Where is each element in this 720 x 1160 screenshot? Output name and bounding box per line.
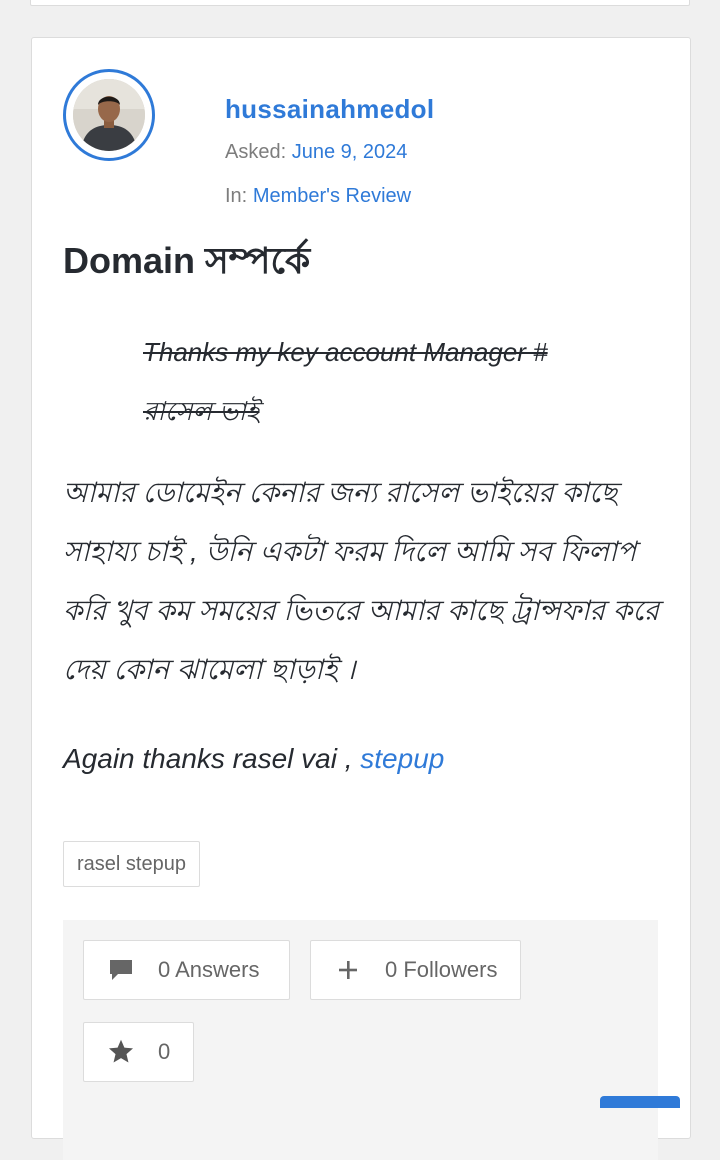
follow-button[interactable]: 0 Followers <box>310 940 521 1000</box>
question-title: Domain সম্পর্কে <box>63 240 311 281</box>
avatar-photo <box>73 79 145 151</box>
followers-label: 0 Followers <box>385 957 498 982</box>
author-avatar-link[interactable] <box>63 69 155 161</box>
category-link[interactable]: Member's Review <box>253 185 411 207</box>
strikethrough-text: Thanks my key account Manager # রাসেল ভা… <box>143 337 548 426</box>
thanks-line: Again thanks rasel vai , stepup <box>63 743 444 775</box>
question-body: আমার ডোমেইন কেনার জন্য রাসেল ভাইয়ের কাছ… <box>63 477 659 685</box>
previous-question-card <box>30 0 690 6</box>
question-card: hussainahmedol Asked: June 9, 2024 In: M… <box>31 37 691 1160</box>
question-actions: 0 Answers 0 Followers 0 <box>63 920 658 1160</box>
answer-button-edge[interactable] <box>600 1096 680 1108</box>
author-name-link[interactable]: hussainahmedol <box>225 94 434 125</box>
plus-icon <box>329 959 367 981</box>
star-icon <box>102 1038 140 1066</box>
asked-date-link[interactable]: June 9, 2024 <box>292 141 408 163</box>
answers-label: 0 Answers <box>158 957 260 982</box>
asked-label: Asked: <box>225 141 287 163</box>
category-label: In: <box>225 185 248 207</box>
asked-meta: Asked: June 9, 2024 <box>225 141 407 164</box>
thanks-text: Again thanks rasel vai , <box>63 743 353 774</box>
stepup-link[interactable]: stepup <box>360 743 444 774</box>
favorite-button[interactable]: 0 <box>83 1022 194 1082</box>
answers-button[interactable]: 0 Answers <box>83 940 290 1000</box>
comment-icon <box>102 958 140 982</box>
avatar <box>73 79 145 151</box>
tag-rasel-stepup[interactable]: rasel stepup <box>63 841 200 887</box>
category-meta: In: Member's Review <box>225 185 411 208</box>
favorite-count: 0 <box>158 1039 171 1064</box>
